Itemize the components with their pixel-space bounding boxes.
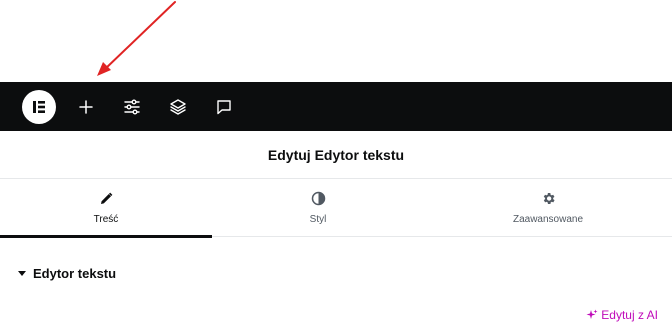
sparkle-icon — [586, 309, 598, 321]
section-toggle[interactable]: Edytor tekstu — [18, 266, 116, 281]
gear-icon — [540, 191, 556, 207]
caret-down-icon — [18, 271, 26, 276]
tab-advanced-label: Zaawansowane — [512, 213, 584, 225]
elementor-logo-icon[interactable] — [22, 90, 56, 124]
notes-icon[interactable] — [211, 94, 237, 120]
pencil-icon — [98, 191, 114, 207]
tab-style-label: Styl — [309, 213, 327, 225]
editor-top-bar — [0, 82, 672, 131]
edit-with-ai-label: Edytuj z AI — [601, 308, 658, 322]
tab-content[interactable]: Treść — [0, 179, 212, 238]
half-circle-icon — [310, 191, 326, 207]
panel-header: Edytuj Edytor tekstu — [0, 131, 672, 179]
panel-tabs: Treść Styl Zaawansowane — [0, 179, 672, 238]
structure-layers-icon[interactable] — [165, 94, 191, 120]
tab-style[interactable]: Styl — [212, 179, 424, 236]
tab-advanced[interactable]: Zaawansowane — [424, 179, 672, 236]
editor-page: Edytuj Edytor tekstu Treść Styl Zaawanso… — [0, 0, 672, 325]
tab-content-label: Treść — [93, 213, 119, 225]
edit-with-ai-button[interactable]: Edytuj z AI — [586, 308, 658, 322]
site-settings-icon[interactable] — [119, 94, 145, 120]
add-element-icon[interactable] — [73, 94, 99, 120]
section-label: Edytor tekstu — [33, 266, 117, 281]
panel-title: Edytuj Edytor tekstu — [267, 146, 405, 163]
annotation-arrow — [97, 1, 176, 76]
